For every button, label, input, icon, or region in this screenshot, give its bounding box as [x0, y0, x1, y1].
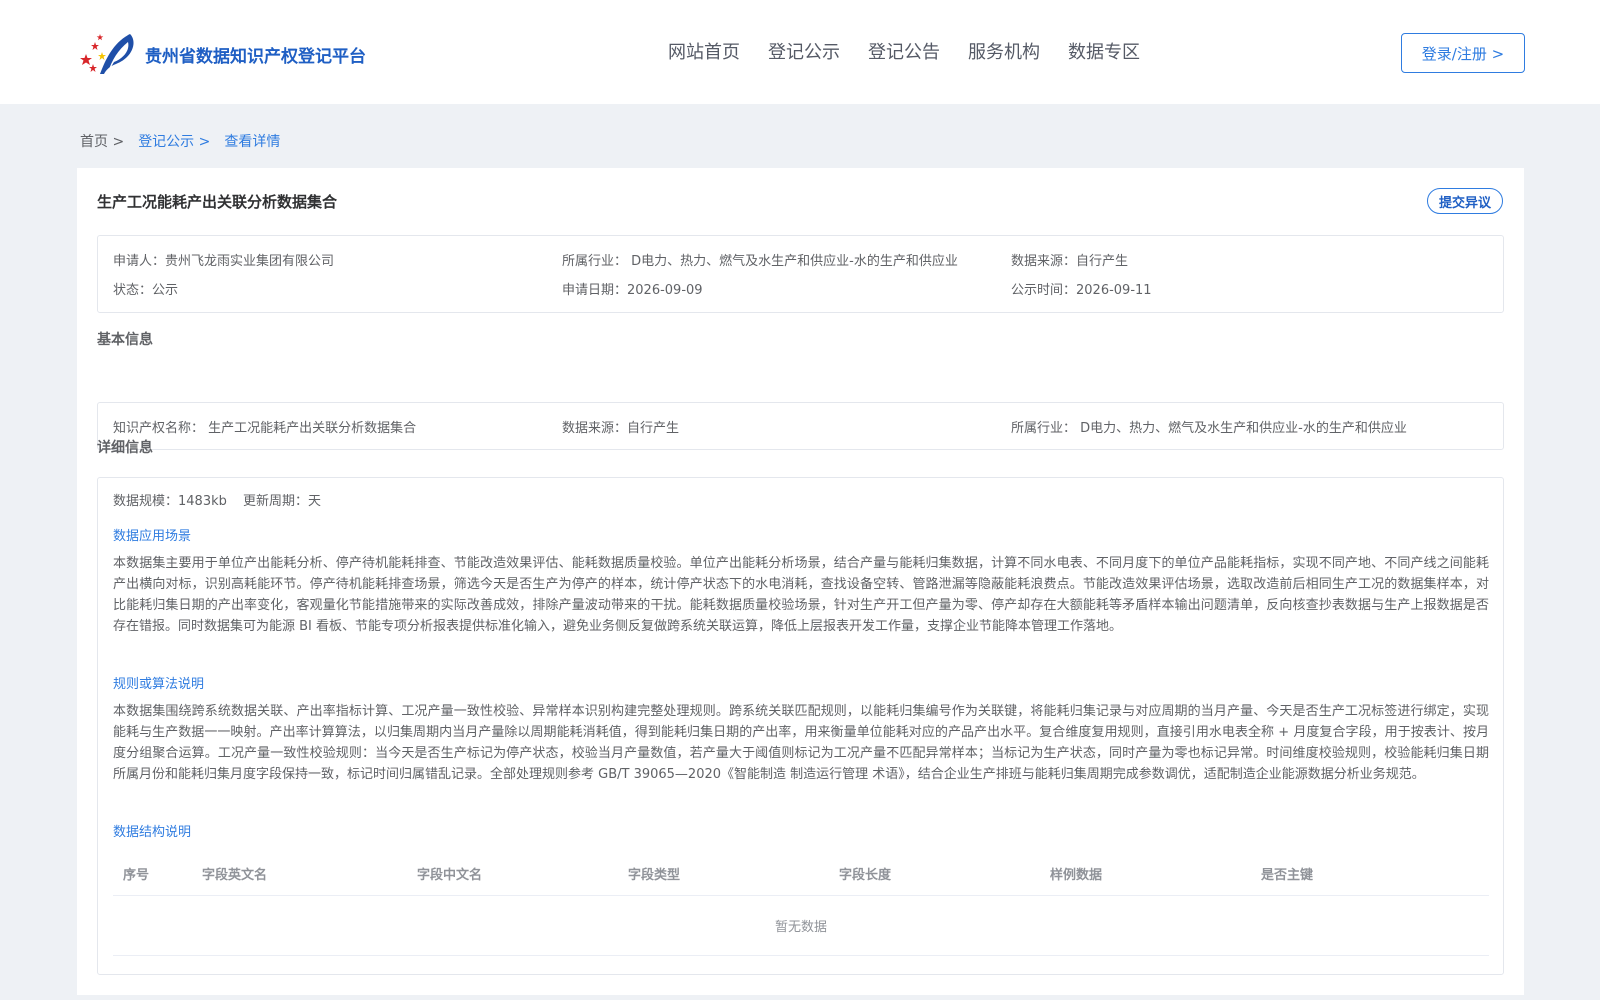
application-scenario-heading: 数据应用场景	[113, 529, 192, 544]
col-field-type: 字段类型	[628, 868, 681, 883]
main-nav: 网站首页 登记公示 登记公告 服务机构 数据专区	[668, 38, 1140, 64]
breadcrumb: 首页 > 登记公示 > 查看详情	[80, 131, 280, 151]
top-header: 贵州省数据知识产权登记平台 网站首页 登记公示 登记公告 服务机构 数据专区 登…	[0, 0, 1600, 104]
detail-info-heading: 详细信息	[97, 440, 153, 456]
summary-box: 申请人：贵州飞龙雨实业集团有限公司 所属行业： D电力、热力、燃气及水生产和供应…	[97, 235, 1504, 313]
site-title[interactable]: 贵州省数据知识产权登记平台	[145, 42, 366, 67]
col-field-length: 字段长度	[839, 868, 892, 883]
basic-info-heading: 基本信息	[97, 332, 153, 348]
col-primary-key: 是否主键	[1261, 868, 1314, 883]
rules-heading: 规则或算法说明	[113, 677, 205, 692]
page-title: 生产工况能耗产出关联分析数据集合	[97, 193, 338, 211]
detail-card: 生产工况能耗产出关联分析数据集合 提交异议 申请人：贵州飞龙雨实业集团有限公司 …	[77, 168, 1524, 995]
basic-industry-field: 所属行业： D电力、热力、燃气及水生产和供应业-水的生产和供应业	[1011, 421, 1407, 436]
update-cycle-field: 更新周期：天	[243, 494, 322, 509]
publish-date-field: 公示时间：2026-09-11	[1011, 283, 1152, 298]
nav-item-registration-publicity[interactable]: 登记公示	[768, 38, 840, 64]
breadcrumb-list[interactable]: 登记公示 >	[138, 131, 210, 151]
industry-field: 所属行业： D电力、热力、燃气及水生产和供应业-水的生产和供应业	[562, 254, 958, 269]
nav-item-home[interactable]: 网站首页	[668, 38, 740, 64]
nav-item-data-zone[interactable]: 数据专区	[1068, 38, 1140, 64]
col-sample-data: 样例数据	[1050, 868, 1103, 883]
status-field: 状态：公示	[113, 283, 179, 298]
application-scenario-text: 本数据集主要用于单位产出能耗分析、停产待机能耗排查、节能改造效果评估、能耗数据质…	[113, 556, 1489, 634]
breadcrumb-home[interactable]: 首页 >	[80, 131, 124, 151]
platform-logo-icon	[80, 34, 134, 74]
login-register-button[interactable]: 登录/注册 >	[1401, 33, 1525, 73]
nav-item-service-agencies[interactable]: 服务机构	[968, 38, 1040, 64]
submit-objection-button[interactable]: 提交异议	[1427, 188, 1503, 214]
basic-info-box: 知识产权名称： 生产工况能耗产出关联分析数据集合 数据来源：自行产生 所属行业：…	[97, 402, 1504, 450]
apply-date-field: 申请日期：2026-09-09	[562, 283, 703, 298]
col-chinese-name: 字段中文名	[417, 868, 483, 883]
data-scale-field: 数据规模：1483kb	[113, 494, 227, 509]
breadcrumb-current: 查看详情	[224, 134, 281, 150]
data-structure-heading: 数据结构说明	[113, 825, 192, 840]
basic-data-source-field: 数据来源：自行产生	[562, 421, 680, 436]
nav-item-registration-announcement[interactable]: 登记公告	[868, 38, 940, 64]
detail-info-box: 数据规模：1483kb 更新周期：天 数据应用场景 本数据集主要用于单位产出能耗…	[97, 477, 1504, 975]
field-structure-table: 序号 字段英文名 字段中文名 字段类型 字段长度 样例数据 是否主键 暂无数据	[113, 848, 1489, 956]
col-english-name: 字段英文名	[202, 868, 268, 883]
applicant-field: 申请人：贵州飞龙雨实业集团有限公司	[113, 254, 335, 269]
ip-name-field: 知识产权名称： 生产工况能耗产出关联分析数据集合	[113, 421, 417, 436]
table-empty-state: 暂无数据	[113, 896, 1489, 956]
data-source-field: 数据来源：自行产生	[1011, 254, 1129, 269]
table-header: 序号 字段英文名 字段中文名 字段类型 字段长度 样例数据 是否主键	[113, 848, 1489, 896]
rules-text: 本数据集围绕跨系统数据关联、产出率指标计算、工况产量一致性校验、异常样本识别构建…	[113, 704, 1489, 782]
col-index: 序号	[123, 868, 150, 883]
